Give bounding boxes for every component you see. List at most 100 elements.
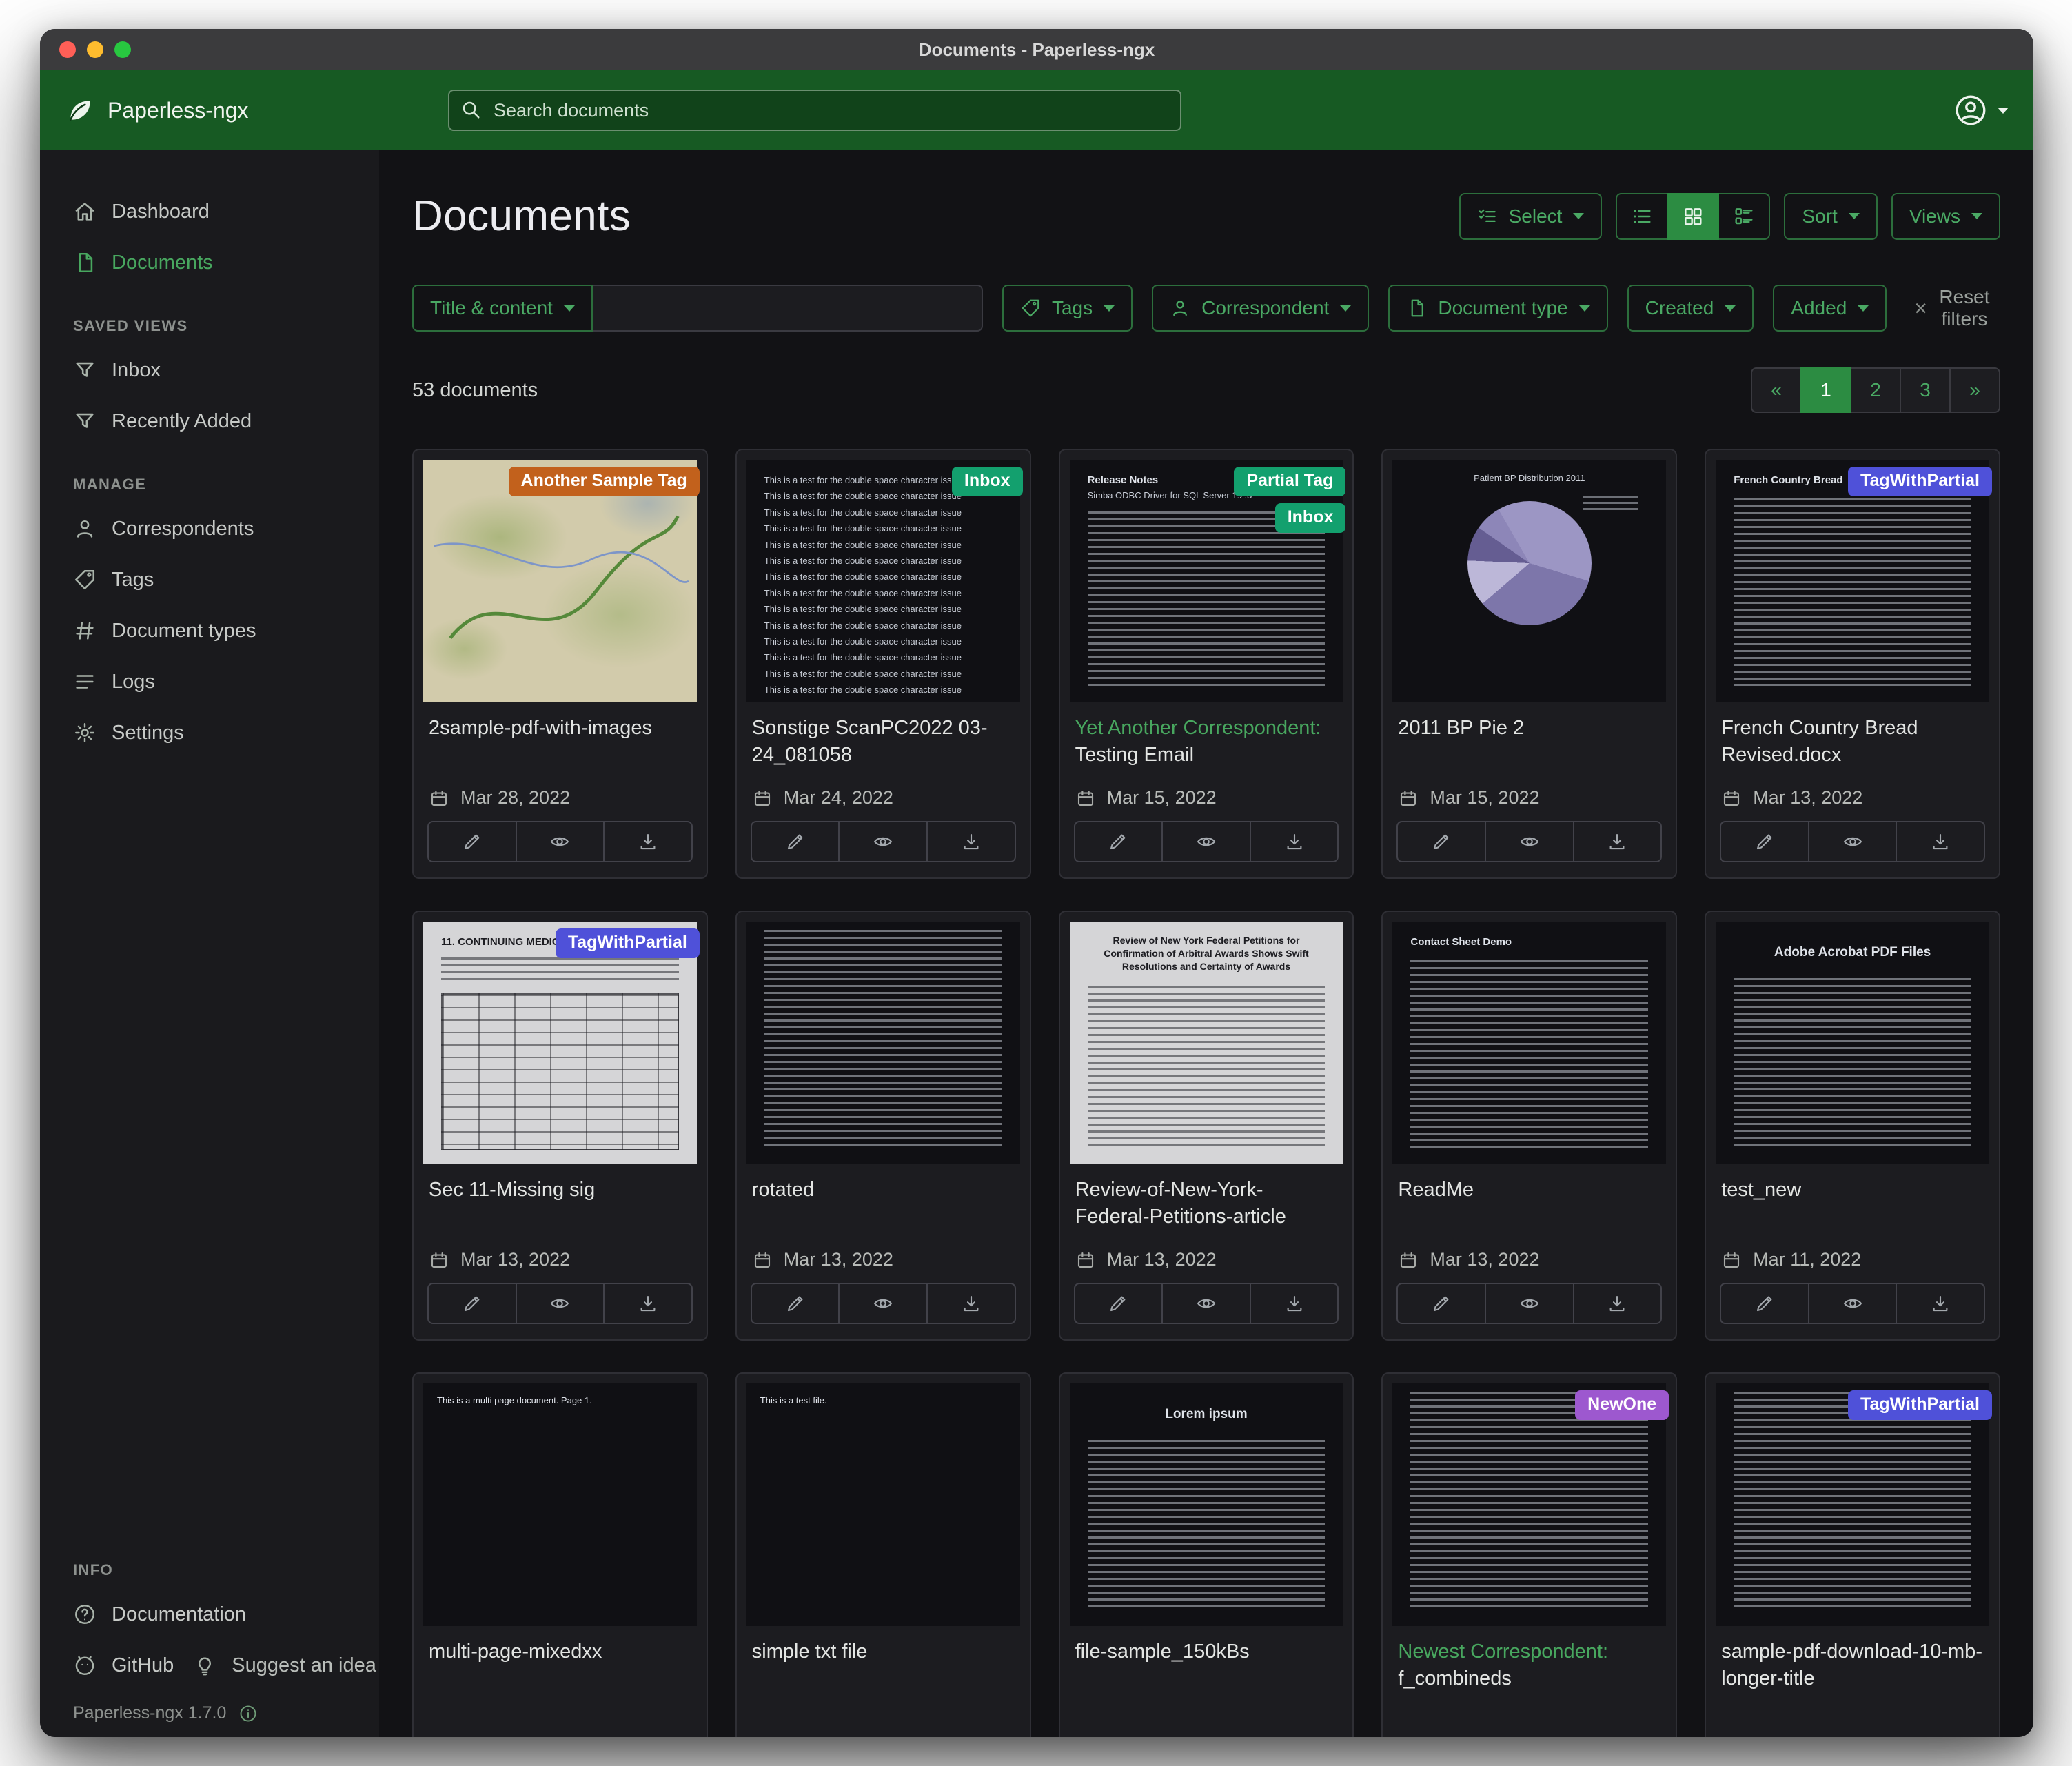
pagination-page-1[interactable]: 1 [1800,367,1851,413]
document-thumbnail[interactable]: Contact Sheet Demo [1392,922,1666,1164]
pagination-page-3[interactable]: 3 [1900,367,1951,413]
document-thumbnail[interactable]: 11. CONTINUING MEDICAL EDUCA [423,922,697,1164]
sidebar-item-documents[interactable]: Documents [40,237,379,288]
sidebar-item-settings[interactable]: Settings [40,707,379,758]
search-input[interactable] [448,90,1181,131]
document-title[interactable]: rotated [752,1177,1015,1204]
view-button[interactable] [1161,1283,1251,1324]
brand[interactable]: Paperless-ngx [65,95,249,125]
document-thumbnail[interactable]: Patient BP Distribution 2011 [1392,460,1666,702]
view-button[interactable] [1808,1283,1898,1324]
sort-button[interactable]: Sort [1784,193,1877,240]
tag-badge[interactable]: TagWithPartial [1848,1390,1992,1420]
sidebar-item-document-types[interactable]: Document types [40,605,379,656]
document-title[interactable]: Newest Correspondent: f_combineds [1398,1638,1660,1692]
edit-button[interactable] [1074,821,1164,862]
pagination-page-2[interactable]: 2 [1850,367,1901,413]
edit-button[interactable] [427,821,517,862]
download-button[interactable] [603,1283,693,1324]
document-title[interactable]: simple txt file [752,1638,1015,1665]
tag-badge[interactable]: TagWithPartial [556,928,700,958]
document-title[interactable]: multi-page-mixedxx [429,1638,691,1665]
added-filter-button[interactable]: Added [1773,285,1887,332]
sidebar-item-dashboard[interactable]: Dashboard [40,186,379,237]
views-button[interactable]: Views [1891,193,2000,240]
sidebar-item-github[interactable]: GitHub [40,1640,174,1691]
sidebar-item-correspondents[interactable]: Correspondents [40,503,379,554]
correspondent-filter-button[interactable]: Correspondent [1152,285,1369,332]
document-thumbnail[interactable]: Lorem ipsum [1070,1383,1343,1626]
document-thumbnail[interactable]: Review of New York Federal Petitions for… [1070,922,1343,1164]
correspondent-link[interactable]: Newest Correspondent: [1398,1641,1608,1663]
edit-button[interactable] [1396,1283,1486,1324]
download-button[interactable] [1573,1283,1663,1324]
tags-filter-button[interactable]: Tags [1002,285,1133,332]
view-button[interactable] [1485,1283,1574,1324]
download-button[interactable] [1896,1283,1985,1324]
view-button[interactable] [516,1283,605,1324]
download-button[interactable] [1896,821,1985,862]
view-button[interactable] [1161,821,1251,862]
document-title[interactable]: Review-of-New-York-Federal-Petitions-art… [1075,1177,1338,1230]
download-button[interactable] [1250,821,1339,862]
document-type-filter-button[interactable]: Document type [1388,285,1607,332]
filter-field-button[interactable]: Title & content [412,285,593,332]
view-button[interactable] [516,821,605,862]
select-button[interactable]: Select [1459,193,1603,240]
minimize-window-button[interactable] [87,41,103,58]
document-thumbnail[interactable]: This is a multi page document. Page 1. [423,1383,697,1626]
document-title[interactable]: French Country Bread Revised.docx [1721,715,1984,769]
tag-badge[interactable]: TagWithPartial [1848,467,1992,496]
view-button[interactable] [1485,821,1574,862]
tag-badge[interactable]: NewOne [1575,1390,1669,1420]
info-icon[interactable] [238,1704,258,1723]
sidebar-item-recently-added[interactable]: Recently Added [40,396,379,447]
download-button[interactable] [1573,821,1663,862]
edit-button[interactable] [427,1283,517,1324]
document-thumbnail[interactable]: Adobe Acrobat PDF Files [1716,922,1989,1164]
pagination-prev[interactable]: « [1751,367,1802,413]
document-title[interactable]: file-sample_150kBs [1075,1638,1338,1665]
edit-button[interactable] [751,1283,840,1324]
created-filter-button[interactable]: Created [1627,285,1754,332]
edit-button[interactable] [1720,821,1809,862]
reset-filters-button[interactable]: × Reset filters [1906,285,2000,332]
download-button[interactable] [926,821,1016,862]
document-title[interactable]: 2sample-pdf-with-images [429,715,691,742]
detail-view-button[interactable] [1718,193,1770,240]
tag-badge[interactable]: Another Sample Tag [509,467,700,496]
edit-button[interactable] [1396,821,1486,862]
document-title[interactable]: test_new [1721,1177,1984,1204]
sidebar-item-suggest-idea[interactable]: Suggest an idea [174,1640,376,1691]
tag-badge[interactable]: Inbox [1275,503,1346,533]
document-thumbnail[interactable]: French Country Bread [1716,460,1989,702]
correspondent-link[interactable]: Yet Another Correspondent: [1075,717,1321,739]
edit-button[interactable] [1720,1283,1809,1324]
tag-badge[interactable]: Partial Tag [1234,467,1345,496]
document-thumbnail[interactable] [423,460,697,702]
list-view-button[interactable] [1616,193,1668,240]
view-button[interactable] [1808,821,1898,862]
download-button[interactable] [603,821,693,862]
tag-badge[interactable]: Inbox [952,467,1023,496]
document-thumbnail[interactable] [1716,1383,1989,1626]
document-thumbnail[interactable] [746,922,1020,1164]
document-title[interactable]: Yet Another Correspondent: Testing Email [1075,715,1338,769]
filter-text-input[interactable] [593,285,983,332]
sidebar-item-documentation[interactable]: Documentation [40,1589,379,1640]
grid-view-button[interactable] [1667,193,1719,240]
document-thumbnail[interactable]: This is a test file. [746,1383,1020,1626]
document-title[interactable]: Sec 11-Missing sig [429,1177,691,1204]
document-thumbnail[interactable]: This is a test for the double space char… [746,460,1020,702]
document-title[interactable]: 2011 BP Pie 2 [1398,715,1660,742]
document-title[interactable]: sample-pdf-download-10-mb-longer-title [1721,1638,1984,1692]
zoom-window-button[interactable] [114,41,131,58]
sidebar-item-inbox[interactable]: Inbox [40,345,379,396]
sidebar-item-tags[interactable]: Tags [40,554,379,605]
view-button[interactable] [838,821,928,862]
document-title[interactable]: ReadMe [1398,1177,1660,1204]
edit-button[interactable] [751,821,840,862]
sidebar-item-logs[interactable]: Logs [40,656,379,707]
download-button[interactable] [1250,1283,1339,1324]
close-window-button[interactable] [59,41,76,58]
